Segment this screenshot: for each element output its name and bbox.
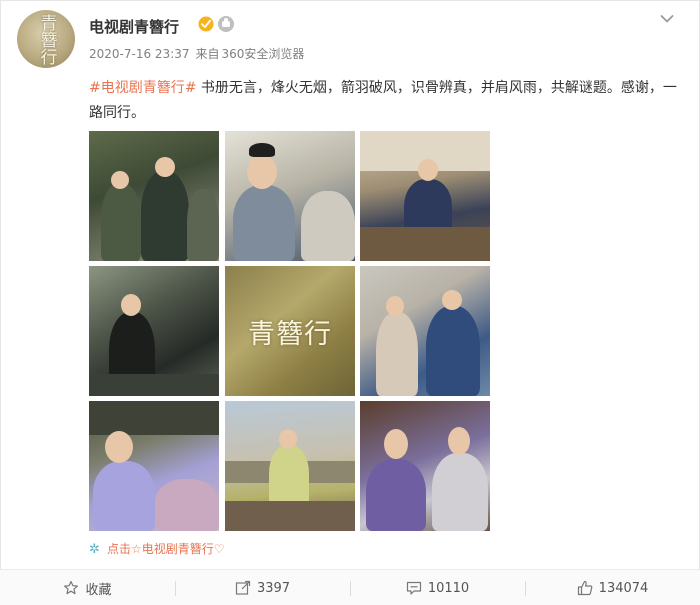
hashtag-link[interactable]: #电视剧青簪行# bbox=[89, 80, 196, 96]
post-image-3[interactable] bbox=[360, 131, 490, 261]
post-timestamp[interactable]: 2020-7-16 23:37 bbox=[89, 47, 190, 61]
thumbs-up-icon bbox=[577, 580, 593, 596]
favorite-label: 收藏 bbox=[85, 582, 112, 598]
comment-count: 10110 bbox=[427, 580, 470, 596]
post-image-9[interactable] bbox=[360, 401, 490, 531]
post-image-6[interactable] bbox=[360, 266, 490, 396]
star-icon bbox=[64, 580, 79, 595]
post-image-8[interactable] bbox=[225, 401, 355, 531]
post-image-2[interactable] bbox=[225, 131, 355, 261]
repost-button[interactable]: 3397 bbox=[175, 570, 350, 605]
post-image-7[interactable] bbox=[89, 401, 219, 531]
chevron-down-icon[interactable] bbox=[660, 14, 674, 24]
avatar[interactable]: 青簪行 bbox=[17, 10, 75, 68]
post-text: #电视剧青簪行# 书册无言，烽火无烟，箭羽破风，识骨辨真，并肩风雨，共解谜题。感… bbox=[89, 76, 687, 126]
post-image-1[interactable] bbox=[89, 131, 219, 261]
post-meta: 2020-7-16 23:37 来自 360安全浏览器 bbox=[89, 45, 304, 62]
source-name[interactable]: 360安全浏览器 bbox=[222, 47, 305, 61]
topic-link-text: 点击☆电视剧青簪行♡ bbox=[107, 542, 225, 556]
repost-count: 3397 bbox=[256, 580, 291, 596]
source-label: 来自 bbox=[195, 47, 220, 61]
member-badge-icon[interactable] bbox=[218, 16, 234, 32]
like-button[interactable]: 134074 bbox=[525, 570, 700, 605]
like-count: 134074 bbox=[598, 580, 649, 596]
favorite-button[interactable]: 收藏 bbox=[0, 570, 175, 605]
topic-link[interactable]: ✲ 点击☆电视剧青簪行♡ bbox=[89, 540, 225, 557]
title-image-text: 青簪行 bbox=[248, 318, 332, 350]
comment-icon bbox=[406, 581, 421, 595]
sparkle-icon: ✲ bbox=[89, 542, 100, 557]
verified-icon bbox=[198, 16, 214, 32]
repost-icon bbox=[235, 580, 251, 595]
avatar-logo-text: 青簪行 bbox=[36, 13, 57, 65]
username-link[interactable]: 电视剧青簪行 bbox=[89, 16, 179, 37]
comment-button[interactable]: 10110 bbox=[350, 570, 525, 605]
action-bar: 收藏 3397 10110 134074 bbox=[0, 569, 700, 605]
post-image-4[interactable] bbox=[89, 266, 219, 396]
